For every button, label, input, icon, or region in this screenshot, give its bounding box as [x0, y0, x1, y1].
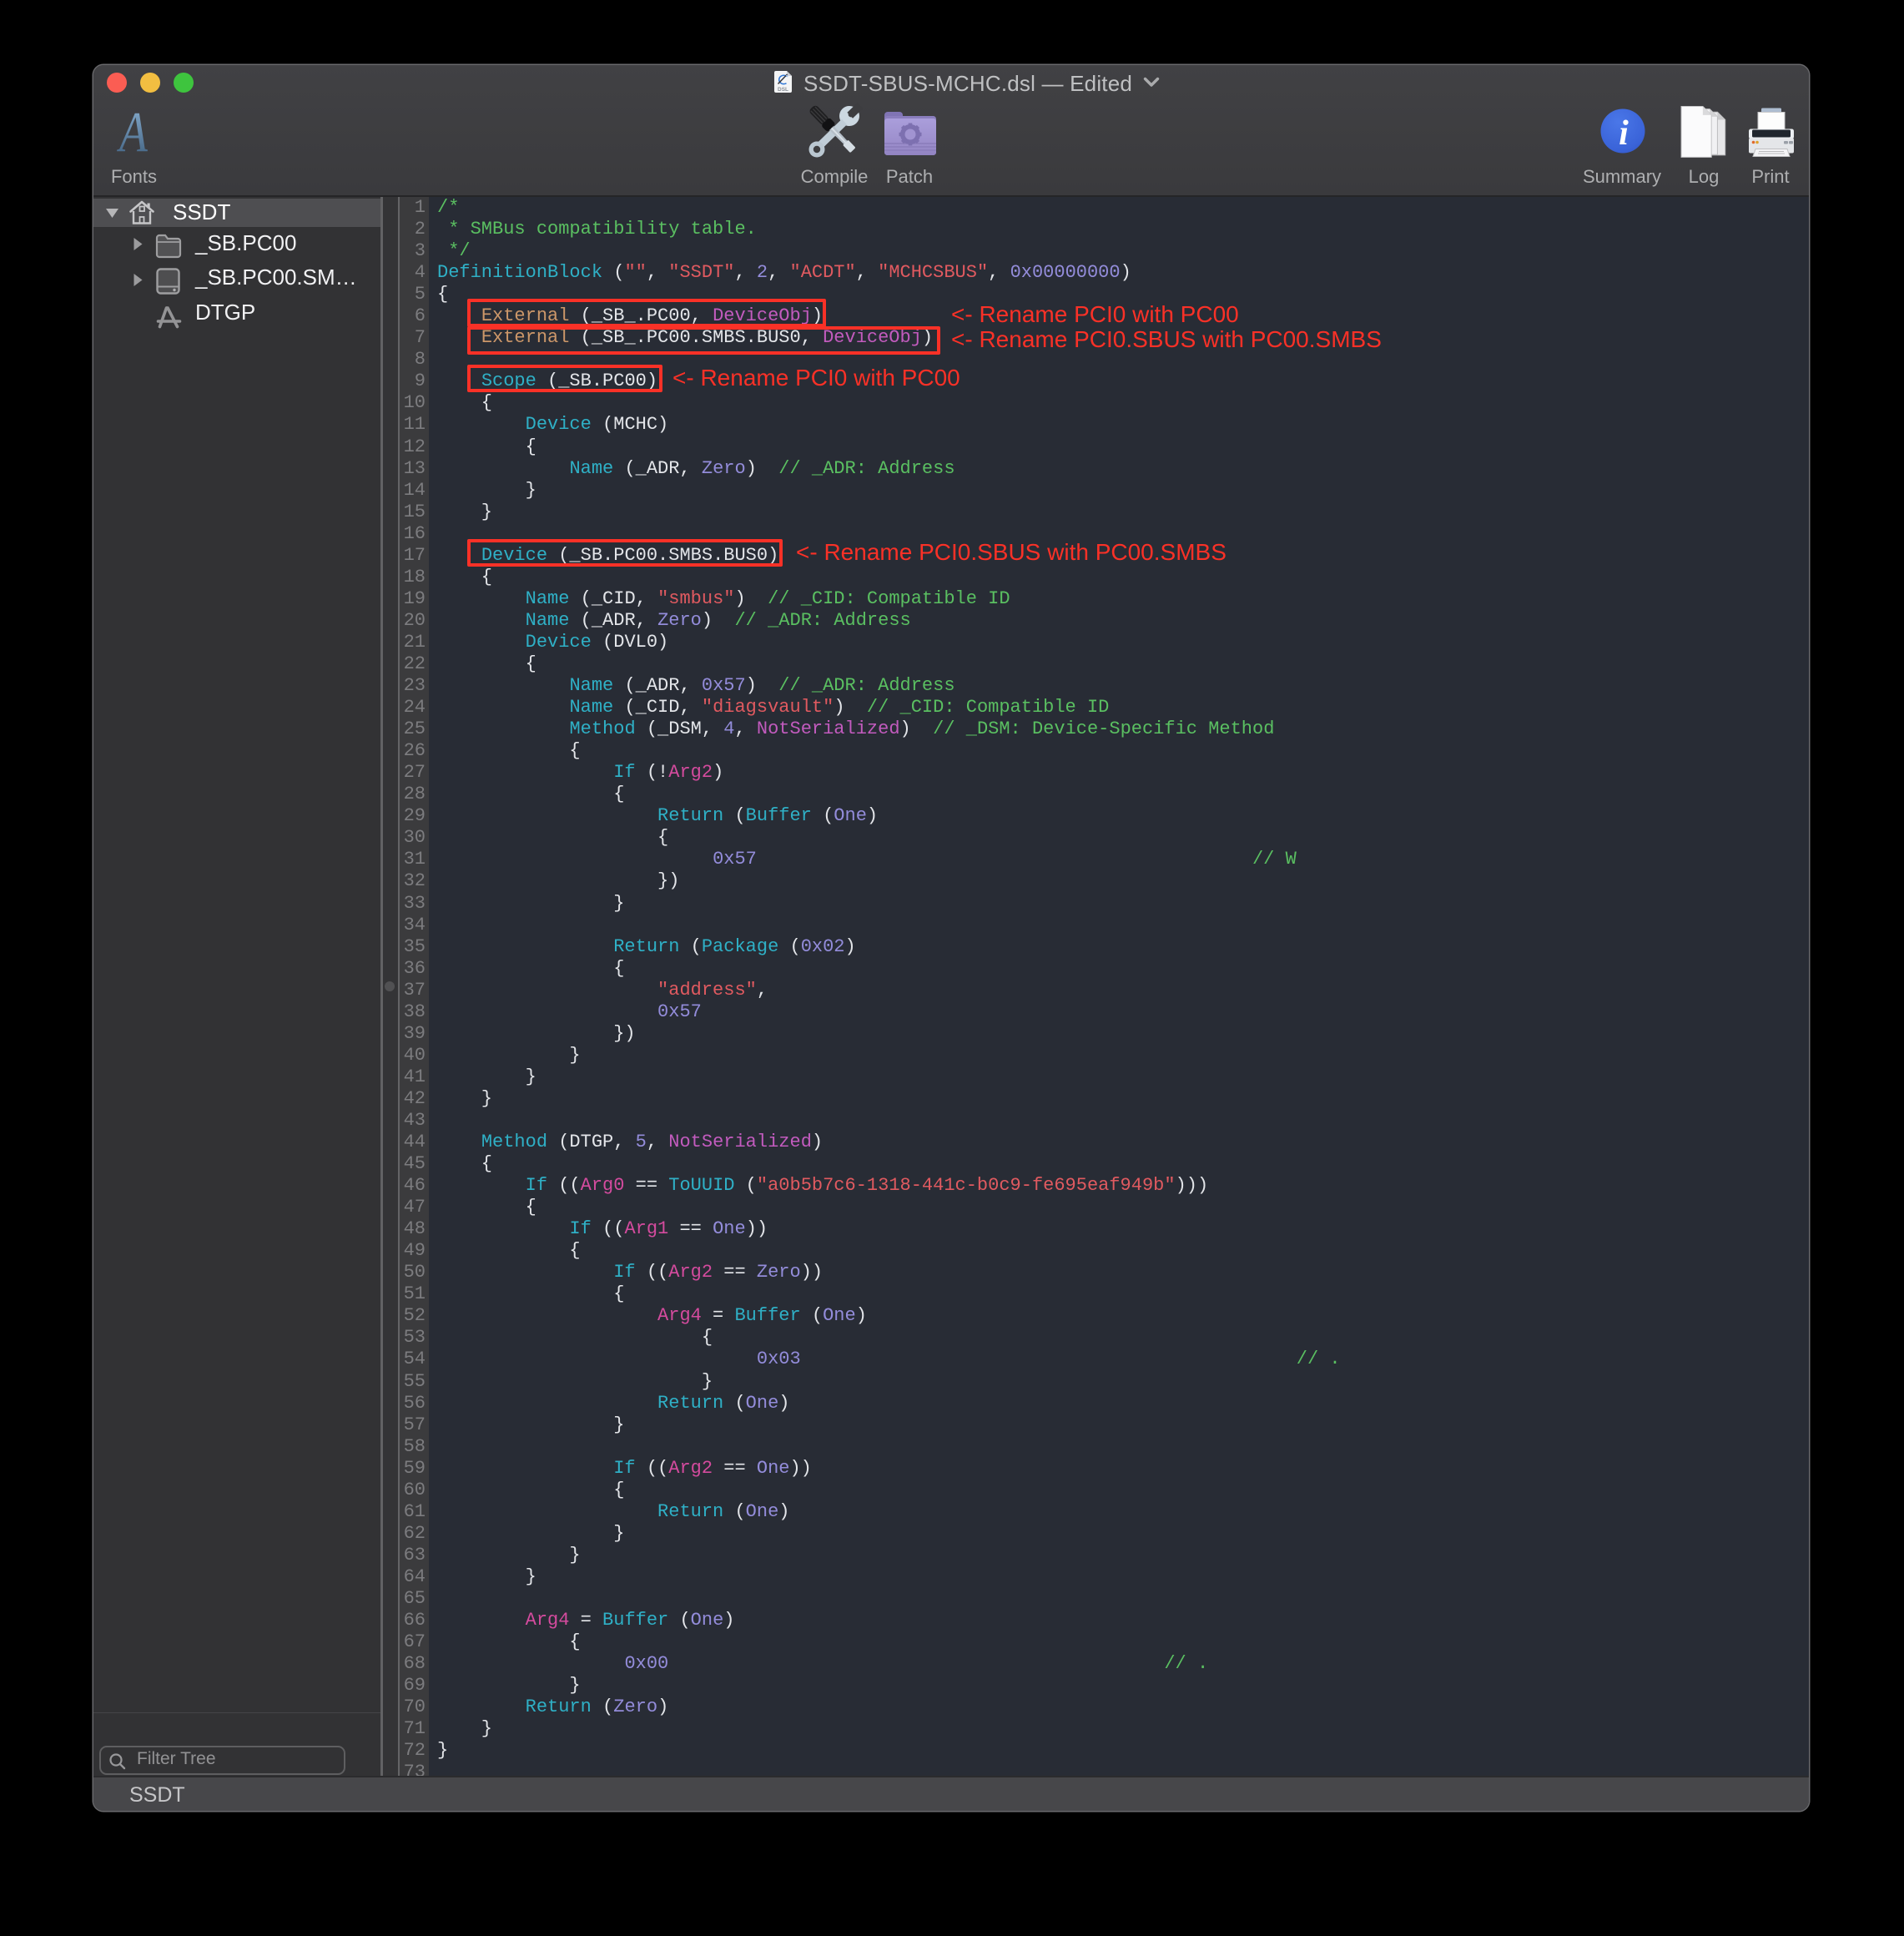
- svg-text:i: i: [1619, 114, 1629, 153]
- svg-text:DSL: DSL: [778, 87, 788, 93]
